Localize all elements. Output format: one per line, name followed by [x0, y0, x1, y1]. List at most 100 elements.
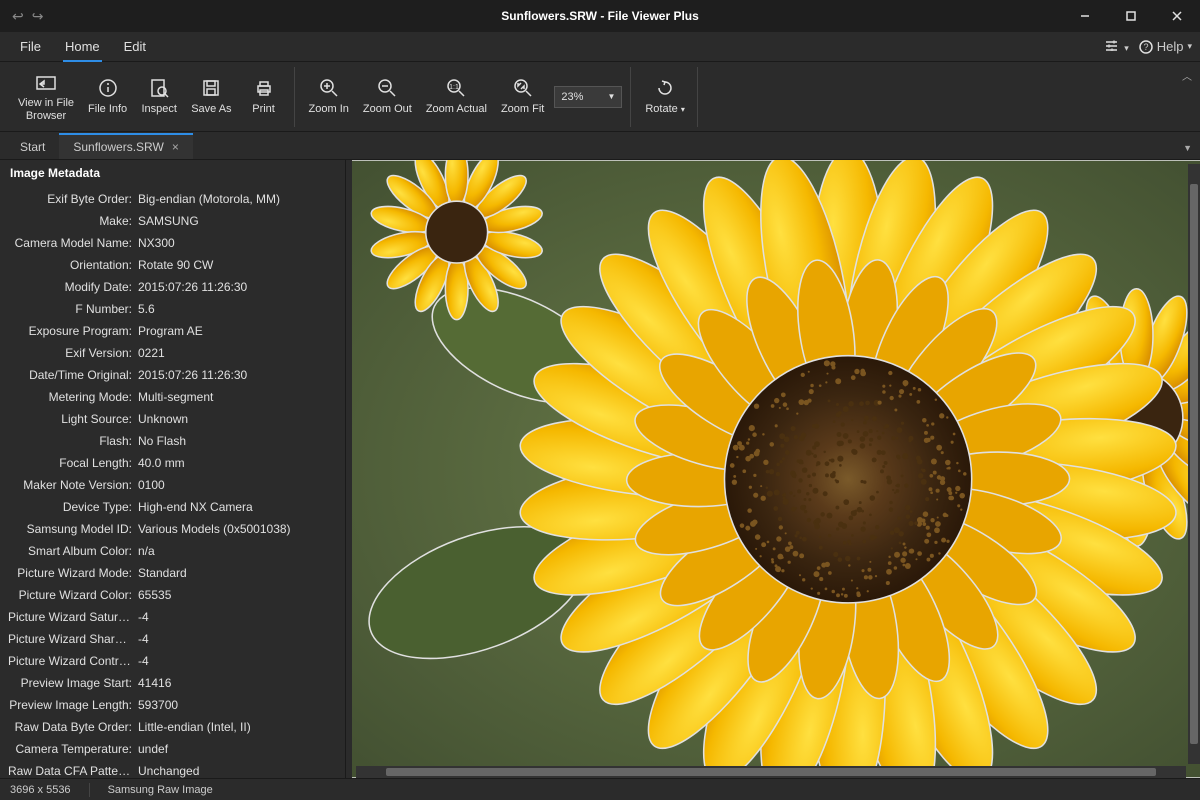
inspect-icon [148, 77, 170, 99]
metadata-key: Smart Album Color: [8, 542, 138, 560]
save-as-label: Save As [191, 103, 231, 115]
zoom-actual-button[interactable]: 1:1 Zoom Actual [422, 75, 491, 117]
metadata-value: Standard [138, 564, 337, 582]
metadata-row: Focal Length:40.0 mm [0, 452, 345, 474]
metadata-row: Preview Image Length:593700 [0, 694, 345, 716]
metadata-key: Picture Wizard Mode: [8, 564, 138, 582]
rotate-icon [654, 77, 676, 99]
metadata-key: Metering Mode: [8, 388, 138, 406]
metadata-value: NX300 [138, 234, 337, 252]
minimize-icon [1080, 11, 1090, 21]
metadata-value: Various Models (0x5001038) [138, 520, 337, 538]
metadata-value: Program AE [138, 322, 337, 340]
metadata-header: Image Metadata [0, 160, 345, 186]
tab-close-icon[interactable]: × [172, 140, 179, 154]
collapse-ribbon-icon[interactable]: ︿ [1182, 68, 1192, 83]
metadata-row: Exif Byte Order:Big-endian (Motorola, MM… [0, 188, 345, 210]
metadata-value: SAMSUNG [138, 212, 337, 230]
view-in-browser-label: View in File Browser [18, 97, 74, 121]
file-info-label: File Info [88, 103, 127, 115]
metadata-row: Camera Model Name:NX300 [0, 232, 345, 254]
info-icon [97, 77, 119, 99]
horizontal-scrollbar[interactable] [356, 766, 1186, 778]
metadata-value: 40.0 mm [138, 454, 337, 472]
vertical-scrollbar[interactable] [1188, 164, 1200, 764]
tab-sunflowers-label: Sunflowers.SRW [73, 140, 163, 154]
metadata-value: 2015:07:26 11:26:30 [138, 278, 337, 296]
metadata-value: undef [138, 740, 337, 758]
metadata-row: Exposure Program:Program AE [0, 320, 345, 342]
metadata-key: Modify Date: [8, 278, 138, 296]
tab-overflow-icon[interactable]: ▼ [1183, 143, 1192, 153]
inspect-label: Inspect [141, 103, 176, 115]
print-icon [253, 77, 275, 99]
menu-file[interactable]: File [8, 35, 53, 58]
metadata-key: Picture Wizard Sharpne... [8, 630, 138, 648]
metadata-row: Metering Mode:Multi-segment [0, 386, 345, 408]
file-info-button[interactable]: File Info [84, 75, 131, 117]
metadata-key: F Number: [8, 300, 138, 318]
metadata-value: Big-endian (Motorola, MM) [138, 190, 337, 208]
metadata-value: 0221 [138, 344, 337, 362]
content-area: Image Metadata Exif Byte Order:Big-endia… [0, 160, 1200, 778]
menu-home[interactable]: Home [53, 35, 112, 58]
close-button[interactable] [1154, 0, 1200, 32]
settings-icon[interactable]: ▾ [1105, 39, 1129, 54]
nav-forward-icon[interactable]: ↪ [32, 8, 44, 25]
folder-arrow-icon [35, 71, 57, 93]
view-in-browser-button[interactable]: View in File Browser [14, 69, 78, 123]
save-as-button[interactable]: Save As [187, 75, 235, 117]
tabbar: Start Sunflowers.SRW × ▼ [0, 132, 1200, 160]
metadata-list[interactable]: Exif Byte Order:Big-endian (Motorola, MM… [0, 186, 345, 778]
metadata-value: Unknown [138, 410, 337, 428]
help-button[interactable]: ? Help ▾ [1139, 39, 1192, 54]
zoom-fit-button[interactable]: Zoom Fit [497, 75, 548, 117]
metadata-row: Exif Version:0221 [0, 342, 345, 364]
statusbar: 3696 x 5536 Samsung Raw Image [0, 778, 1200, 800]
window-title: Sunflowers.SRW - File Viewer Plus [501, 9, 699, 23]
metadata-row: Light Source:Unknown [0, 408, 345, 430]
zoom-out-button[interactable]: Zoom Out [359, 75, 416, 117]
menu-edit[interactable]: Edit [112, 35, 158, 58]
zoom-in-button[interactable]: Zoom In [305, 75, 353, 117]
metadata-key: Preview Image Start: [8, 674, 138, 692]
maximize-icon [1126, 11, 1136, 21]
metadata-value: -4 [138, 608, 337, 626]
tab-sunflowers[interactable]: Sunflowers.SRW × [59, 133, 193, 159]
zoom-actual-label: Zoom Actual [426, 103, 487, 115]
metadata-row: Smart Album Color:n/a [0, 540, 345, 562]
metadata-value: 65535 [138, 586, 337, 604]
titlebar: ↩ ↪ Sunflowers.SRW - File Viewer Plus [0, 0, 1200, 32]
metadata-key: Device Type: [8, 498, 138, 516]
metadata-key: Picture Wizard Saturati... [8, 608, 138, 626]
metadata-value: Unchanged [138, 762, 337, 778]
metadata-value: Little-endian (Intel, II) [138, 718, 337, 736]
metadata-value: 2015:07:26 11:26:30 [138, 366, 337, 384]
print-button[interactable]: Print [242, 75, 286, 117]
metadata-key: Exif Byte Order: [8, 190, 138, 208]
metadata-key: Camera Temperature: [8, 740, 138, 758]
help-label: Help [1157, 39, 1184, 54]
metadata-key: Raw Data Byte Order: [8, 718, 138, 736]
nav-back-icon[interactable]: ↩ [12, 8, 24, 25]
image-viewer[interactable] [352, 160, 1200, 778]
save-icon [200, 77, 222, 99]
rotate-label: Rotate ▾ [645, 103, 685, 115]
metadata-row: Picture Wizard Contrast:-4 [0, 650, 345, 672]
tab-start-label: Start [20, 140, 45, 154]
help-icon: ? [1139, 40, 1153, 54]
metadata-value: Rotate 90 CW [138, 256, 337, 274]
image-format: Samsung Raw Image [108, 784, 213, 796]
inspect-button[interactable]: Inspect [137, 75, 181, 117]
metadata-row: F Number:5.6 [0, 298, 345, 320]
rotate-button[interactable]: Rotate ▾ [641, 75, 689, 117]
maximize-button[interactable] [1108, 0, 1154, 32]
metadata-row: Samsung Model ID:Various Models (0x50010… [0, 518, 345, 540]
zoom-level-select[interactable]: 23% ▼ [554, 86, 622, 108]
minimize-button[interactable] [1062, 0, 1108, 32]
chevron-down-icon: ▼ [607, 92, 615, 101]
tab-start[interactable]: Start [6, 133, 59, 159]
metadata-key: Samsung Model ID: [8, 520, 138, 538]
metadata-row: Device Type:High-end NX Camera [0, 496, 345, 518]
zoom-out-icon [376, 77, 398, 99]
